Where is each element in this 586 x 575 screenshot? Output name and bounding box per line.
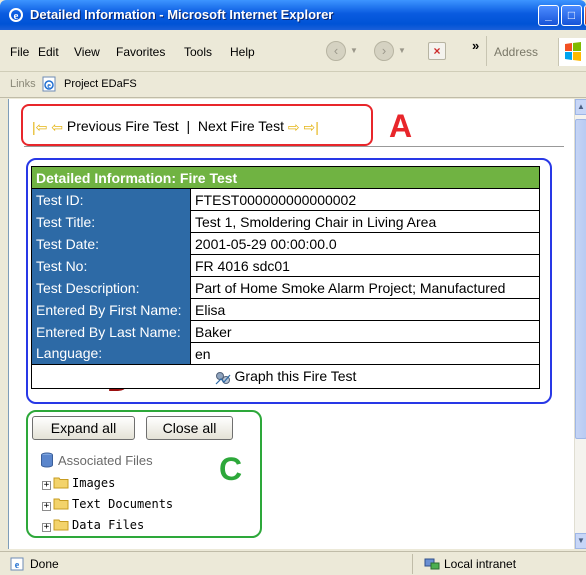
graph-fire-test-label: Graph this Fire Test <box>234 368 357 385</box>
field-label: Entered By Last Name: <box>31 320 191 343</box>
field-value: Test 1, Smoldering Chair in Living Area <box>190 210 540 233</box>
stop-icon[interactable]: × <box>428 42 446 60</box>
field-value: Elisa <box>190 298 540 321</box>
forward-dropdown-icon[interactable]: ▼ <box>398 46 406 55</box>
tree-item-label: Text Documents <box>72 497 174 511</box>
ie-logo-icon: e <box>9 8 23 22</box>
folder-icon <box>53 519 69 531</box>
links-bar: Links e Project EDaFS <box>0 72 586 98</box>
tree-item-images[interactable]: + Images <box>42 476 115 490</box>
toolbar-separator <box>486 36 487 66</box>
menu-favorites[interactable]: Favorites <box>116 45 165 59</box>
tree-item-label: Images <box>72 476 116 490</box>
field-label: Test ID: <box>31 188 191 211</box>
ie-page-icon: e <box>10 557 24 571</box>
menu-help[interactable]: Help <box>230 45 255 59</box>
field-label: Test Description: <box>31 276 191 299</box>
field-value: 2001-05-29 00:00:00.0 <box>190 232 540 255</box>
menu-tools[interactable]: Tools <box>184 45 212 59</box>
database-icon <box>41 452 53 468</box>
menu-edit[interactable]: Edit <box>38 45 59 59</box>
tree-item-text-documents[interactable]: + Text Documents <box>42 497 173 511</box>
annotation-label-c: C <box>219 451 243 487</box>
vertical-scrollbar[interactable]: ▲ ▼ <box>574 99 586 549</box>
table-row: Test No: FR 4016 sdc01 <box>31 254 540 277</box>
scroll-down-icon[interactable]: ▼ <box>575 533 586 549</box>
status-bar: e Done Local intranet <box>0 551 586 575</box>
table-row: Entered By First Name: Elisa <box>31 298 540 321</box>
table-row: Entered By Last Name: Baker <box>31 320 540 343</box>
previous-arrow-icon[interactable]: ⇦ <box>51 119 63 136</box>
menu-file[interactable]: File <box>10 45 29 59</box>
address-label: Address <box>494 45 539 59</box>
links-label: Links <box>10 78 36 90</box>
tree-root-label: Associated Files <box>58 453 153 468</box>
field-label: Test Title: <box>31 210 191 233</box>
fire-test-navigation: |⇦ ⇦ Previous Fire Test | Next Fire Test… <box>32 118 319 136</box>
back-dropdown-icon[interactable]: ▼ <box>350 46 358 55</box>
tree-root-associated-files[interactable]: Associated Files <box>40 452 153 468</box>
table-row: Test Description: Part of Home Smoke Alar… <box>31 276 540 299</box>
field-value: FR 4016 sdc01 <box>190 254 540 277</box>
svg-text:e: e <box>15 560 20 571</box>
field-label: Test No: <box>31 254 191 277</box>
menu-bar: File Edit View Favorites Tools Help ‹ ▼ … <box>0 30 586 72</box>
table-row: Test Title: Test 1, Smoldering Chair in L… <box>31 210 540 233</box>
scroll-thumb[interactable] <box>575 119 586 439</box>
next-arrow-icon[interactable]: ⇨ <box>288 119 300 136</box>
field-value: FTEST000000000000002 <box>190 188 540 211</box>
back-arrow-icon[interactable]: ‹ <box>326 41 346 61</box>
more-chevron-icon[interactable]: » <box>472 38 479 53</box>
divider <box>24 146 564 147</box>
tree-item-label: Data Files <box>72 518 145 532</box>
field-label: Test Date: <box>31 232 191 255</box>
graph-icon <box>215 371 231 385</box>
forward-arrow-icon[interactable]: › <box>374 41 394 61</box>
scroll-up-icon[interactable]: ▲ <box>575 99 586 115</box>
table-row: Test ID: FTEST000000000000002 <box>31 188 540 211</box>
field-value: Part of Home Smoke Alarm Project; Manufa… <box>190 276 540 299</box>
status-separator <box>412 554 413 574</box>
first-arrow-icon[interactable]: |⇦ <box>32 119 47 136</box>
menu-view[interactable]: View <box>74 45 100 59</box>
previous-fire-test-link[interactable]: Previous Fire Test <box>67 118 179 134</box>
field-value: Baker <box>190 320 540 343</box>
field-label: Entered By First Name: <box>31 298 191 321</box>
window-title: Detailed Information - Microsoft Interne… <box>30 7 334 22</box>
maximize-button[interactable]: □ <box>561 5 582 26</box>
nav-separator: | <box>186 118 191 134</box>
table-row: Test Date: 2001-05-29 00:00:00.0 <box>31 232 540 255</box>
close-all-button[interactable]: Close all <box>146 416 233 440</box>
zone-text: Local intranet <box>444 557 517 571</box>
annotation-label-a: A <box>389 108 413 144</box>
link-project-edafs[interactable]: Project EDaFS <box>64 78 137 90</box>
next-fire-test-link[interactable]: Next Fire Test <box>198 118 284 134</box>
graph-fire-test-link[interactable]: Graph this Fire Test <box>215 368 357 385</box>
expand-plus-icon[interactable]: + <box>42 502 51 511</box>
expand-plus-icon[interactable]: + <box>42 481 51 490</box>
minimize-button[interactable]: _ <box>538 5 559 26</box>
expand-plus-icon[interactable]: + <box>42 523 51 532</box>
details-header: Detailed Information: Fire Test <box>31 166 540 189</box>
graph-row: Graph this Fire Test <box>31 364 540 389</box>
svg-text:e: e <box>47 81 51 90</box>
ie-page-icon: e <box>42 76 56 92</box>
svg-text:e: e <box>14 10 19 22</box>
title-bar: e Detailed Information - Microsoft Inter… <box>0 0 586 30</box>
table-row: Language: en <box>31 342 540 365</box>
field-value: en <box>190 342 540 365</box>
graph-cell: Graph this Fire Test <box>31 364 540 389</box>
folder-icon <box>53 498 69 510</box>
local-intranet-icon <box>424 558 440 570</box>
expand-all-button[interactable]: Expand all <box>32 416 135 440</box>
last-arrow-icon[interactable]: ⇨| <box>304 119 319 136</box>
field-label: Language: <box>31 342 191 365</box>
windows-logo-icon <box>558 38 586 66</box>
status-text: Done <box>30 557 59 571</box>
folder-icon <box>53 477 69 489</box>
fire-test-details-table: Detailed Information: Fire Test Test ID:… <box>31 166 540 389</box>
tree-item-data-files[interactable]: + Data Files <box>42 518 144 532</box>
